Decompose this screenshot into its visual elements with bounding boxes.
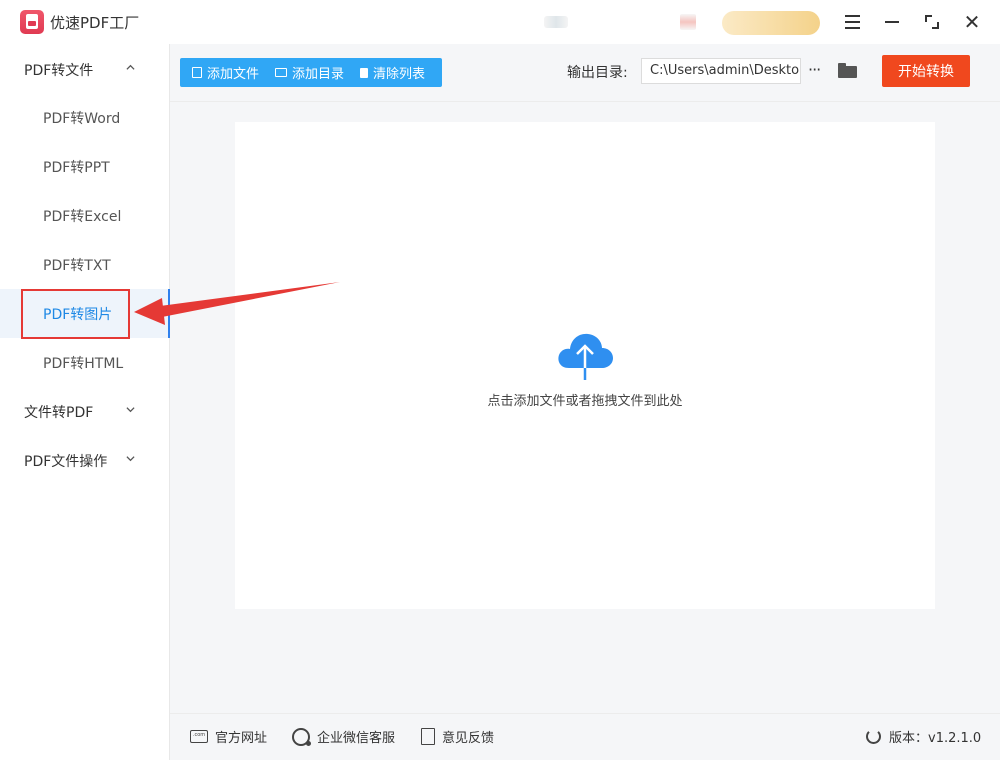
sidebar-group-label: 文件转PDF xyxy=(24,404,94,421)
refresh-icon[interactable] xyxy=(866,729,881,744)
cloud-upload-icon xyxy=(558,333,613,380)
sidebar-item-label: PDF转Excel xyxy=(43,208,122,225)
more-options-icon[interactable]: ··· xyxy=(808,60,821,79)
chevron-down-icon xyxy=(126,456,135,462)
chevron-up-icon xyxy=(126,64,135,70)
app-title: 优速PDF工厂 xyxy=(50,14,140,32)
official-website-link[interactable]: .com 官方网址 xyxy=(190,727,267,746)
sidebar-group-file-to-pdf[interactable]: 文件转PDF xyxy=(0,387,170,436)
sidebar-item-pdf-to-ppt[interactable]: PDF转PPT xyxy=(0,142,170,191)
output-directory-label: 输出目录: xyxy=(567,65,628,81)
close-icon[interactable]: ✕ xyxy=(960,10,984,34)
wechat-support-link[interactable]: 企业微信客服 xyxy=(292,727,395,746)
clear-list-button[interactable]: 清除列表 xyxy=(360,58,425,87)
version-info: 版本：v1.2.1.0 xyxy=(866,727,981,746)
sidebar-item-pdf-to-image[interactable]: PDF转图片 xyxy=(0,289,170,338)
hamburger-menu-icon[interactable] xyxy=(840,10,864,34)
sidebar-group-pdf-to-file[interactable]: PDF转文件 xyxy=(0,45,170,94)
sidebar-item-label: PDF转PPT xyxy=(43,159,110,176)
version-label: 版本：v1.2.1.0 xyxy=(889,731,982,746)
add-file-button[interactable]: 添加文件 xyxy=(192,58,259,87)
app-logo-icon xyxy=(20,10,44,34)
website-icon: .com xyxy=(190,730,208,743)
sidebar-item-label: PDF转图片 xyxy=(43,306,113,323)
add-directory-button[interactable]: 添加目录 xyxy=(275,58,344,87)
sidebar-group-label: PDF转文件 xyxy=(24,62,94,79)
chevron-down-icon xyxy=(126,407,135,413)
minimize-icon[interactable] xyxy=(880,10,904,34)
chat-icon xyxy=(292,727,311,746)
sidebar-item-pdf-to-word[interactable]: PDF转Word xyxy=(0,93,170,142)
sidebar-group-label: PDF文件操作 xyxy=(24,453,108,470)
wechat-support-label: 企业微信客服 xyxy=(317,731,396,746)
trash-icon xyxy=(360,67,369,78)
drop-zone-hint: 点击添加文件或者拖拽文件到此处 xyxy=(487,394,683,409)
blurred-icon xyxy=(680,14,696,30)
file-icon xyxy=(192,67,202,78)
start-convert-button[interactable]: 开始转换 xyxy=(882,55,970,87)
vip-badge[interactable] xyxy=(722,11,820,35)
open-folder-icon[interactable] xyxy=(838,63,857,78)
file-drop-zone[interactable]: 点击添加文件或者拖拽文件到此处 xyxy=(235,122,935,609)
sidebar-group-pdf-operations[interactable]: PDF文件操作 xyxy=(0,436,170,485)
sidebar-item-pdf-to-html[interactable]: PDF转HTML xyxy=(0,338,170,387)
add-directory-label: 添加目录 xyxy=(292,67,345,82)
clear-list-label: 清除列表 xyxy=(373,67,426,82)
sidebar-item-pdf-to-excel[interactable]: PDF转Excel xyxy=(0,191,170,240)
blurred-icon xyxy=(544,16,568,28)
file-button-group: 添加文件 添加目录 清除列表 xyxy=(180,58,442,87)
sidebar-item-pdf-to-txt[interactable]: PDF转TXT xyxy=(0,240,170,289)
feedback-label: 意见反馈 xyxy=(442,731,495,746)
feedback-link[interactable]: 意见反馈 xyxy=(421,727,494,746)
official-website-label: 官方网址 xyxy=(215,731,268,746)
sidebar-item-label: PDF转HTML xyxy=(43,355,124,372)
sidebar-item-label: PDF转TXT xyxy=(43,257,111,274)
sidebar-item-label: PDF转Word xyxy=(43,110,121,127)
folder-outline-icon xyxy=(275,68,288,77)
maximize-icon[interactable] xyxy=(920,10,944,34)
add-file-label: 添加文件 xyxy=(207,67,260,82)
feedback-icon xyxy=(421,728,435,745)
output-path-field[interactable]: C:\Users\admin\Desktop xyxy=(641,58,801,84)
title-bar: 优速PDF工厂 ✕ xyxy=(0,0,1000,44)
